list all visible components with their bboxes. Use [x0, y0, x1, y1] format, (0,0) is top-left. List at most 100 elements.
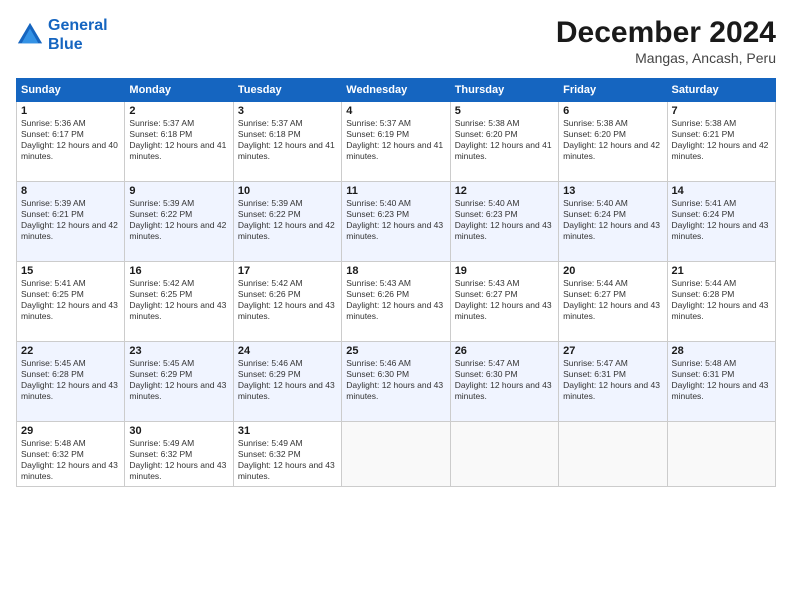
calendar-cell: 6Sunrise: 5:38 AMSunset: 6:20 PMDaylight…	[559, 102, 667, 182]
day-info: Sunrise: 5:37 AMSunset: 6:18 PMDaylight:…	[238, 118, 337, 162]
day-info: Sunrise: 5:44 AMSunset: 6:27 PMDaylight:…	[563, 278, 662, 322]
day-number: 29	[21, 425, 120, 437]
calendar-cell: 29Sunrise: 5:48 AMSunset: 6:32 PMDayligh…	[17, 422, 125, 487]
day-number: 25	[346, 345, 445, 357]
day-number: 4	[346, 105, 445, 117]
day-info: Sunrise: 5:49 AMSunset: 6:32 PMDaylight:…	[129, 438, 228, 482]
day-info: Sunrise: 5:47 AMSunset: 6:31 PMDaylight:…	[563, 358, 662, 402]
calendar-cell: 20Sunrise: 5:44 AMSunset: 6:27 PMDayligh…	[559, 262, 667, 342]
weekday-saturday: Saturday	[667, 79, 775, 102]
calendar-cell: 7Sunrise: 5:38 AMSunset: 6:21 PMDaylight…	[667, 102, 775, 182]
day-info: Sunrise: 5:41 AMSunset: 6:25 PMDaylight:…	[21, 278, 120, 322]
day-info: Sunrise: 5:44 AMSunset: 6:28 PMDaylight:…	[672, 278, 771, 322]
day-number: 2	[129, 105, 228, 117]
day-info: Sunrise: 5:47 AMSunset: 6:30 PMDaylight:…	[455, 358, 554, 402]
calendar-cell: 11Sunrise: 5:40 AMSunset: 6:23 PMDayligh…	[342, 182, 450, 262]
day-info: Sunrise: 5:48 AMSunset: 6:32 PMDaylight:…	[21, 438, 120, 482]
calendar-cell	[450, 422, 558, 487]
weekday-monday: Monday	[125, 79, 233, 102]
day-number: 27	[563, 345, 662, 357]
day-info: Sunrise: 5:39 AMSunset: 6:22 PMDaylight:…	[129, 198, 228, 242]
day-number: 20	[563, 265, 662, 277]
logo-icon	[16, 21, 44, 49]
calendar-cell: 16Sunrise: 5:42 AMSunset: 6:25 PMDayligh…	[125, 262, 233, 342]
week-row-3: 15Sunrise: 5:41 AMSunset: 6:25 PMDayligh…	[17, 262, 776, 342]
title-block: December 2024 Mangas, Ancash, Peru	[556, 16, 776, 66]
day-info: Sunrise: 5:37 AMSunset: 6:18 PMDaylight:…	[129, 118, 228, 162]
calendar-cell: 1Sunrise: 5:36 AMSunset: 6:17 PMDaylight…	[17, 102, 125, 182]
day-info: Sunrise: 5:46 AMSunset: 6:29 PMDaylight:…	[238, 358, 337, 402]
day-number: 30	[129, 425, 228, 437]
calendar-cell: 9Sunrise: 5:39 AMSunset: 6:22 PMDaylight…	[125, 182, 233, 262]
day-info: Sunrise: 5:48 AMSunset: 6:31 PMDaylight:…	[672, 358, 771, 402]
day-info: Sunrise: 5:38 AMSunset: 6:20 PMDaylight:…	[455, 118, 554, 162]
day-number: 19	[455, 265, 554, 277]
day-number: 18	[346, 265, 445, 277]
calendar-cell: 19Sunrise: 5:43 AMSunset: 6:27 PMDayligh…	[450, 262, 558, 342]
calendar-cell: 2Sunrise: 5:37 AMSunset: 6:18 PMDaylight…	[125, 102, 233, 182]
day-number: 1	[21, 105, 120, 117]
calendar-cell: 22Sunrise: 5:45 AMSunset: 6:28 PMDayligh…	[17, 342, 125, 422]
day-number: 12	[455, 185, 554, 197]
calendar-cell: 8Sunrise: 5:39 AMSunset: 6:21 PMDaylight…	[17, 182, 125, 262]
day-info: Sunrise: 5:45 AMSunset: 6:28 PMDaylight:…	[21, 358, 120, 402]
day-number: 3	[238, 105, 337, 117]
calendar-cell	[559, 422, 667, 487]
week-row-5: 29Sunrise: 5:48 AMSunset: 6:32 PMDayligh…	[17, 422, 776, 487]
weekday-friday: Friday	[559, 79, 667, 102]
week-row-1: 1Sunrise: 5:36 AMSunset: 6:17 PMDaylight…	[17, 102, 776, 182]
day-number: 9	[129, 185, 228, 197]
day-number: 8	[21, 185, 120, 197]
day-info: Sunrise: 5:37 AMSunset: 6:19 PMDaylight:…	[346, 118, 445, 162]
calendar-cell: 28Sunrise: 5:48 AMSunset: 6:31 PMDayligh…	[667, 342, 775, 422]
day-number: 7	[672, 105, 771, 117]
calendar-cell	[342, 422, 450, 487]
day-info: Sunrise: 5:49 AMSunset: 6:32 PMDaylight:…	[238, 438, 337, 482]
day-number: 21	[672, 265, 771, 277]
day-number: 5	[455, 105, 554, 117]
logo: General Blue	[16, 16, 108, 54]
calendar-table: SundayMondayTuesdayWednesdayThursdayFrid…	[16, 78, 776, 487]
day-number: 22	[21, 345, 120, 357]
calendar-cell: 25Sunrise: 5:46 AMSunset: 6:30 PMDayligh…	[342, 342, 450, 422]
day-number: 31	[238, 425, 337, 437]
day-number: 14	[672, 185, 771, 197]
calendar-cell: 27Sunrise: 5:47 AMSunset: 6:31 PMDayligh…	[559, 342, 667, 422]
weekday-wednesday: Wednesday	[342, 79, 450, 102]
calendar-cell: 12Sunrise: 5:40 AMSunset: 6:23 PMDayligh…	[450, 182, 558, 262]
day-info: Sunrise: 5:39 AMSunset: 6:21 PMDaylight:…	[21, 198, 120, 242]
week-row-2: 8Sunrise: 5:39 AMSunset: 6:21 PMDaylight…	[17, 182, 776, 262]
location: Mangas, Ancash, Peru	[556, 50, 776, 66]
day-number: 11	[346, 185, 445, 197]
day-info: Sunrise: 5:40 AMSunset: 6:23 PMDaylight:…	[346, 198, 445, 242]
page: General Blue December 2024 Mangas, Ancas…	[0, 0, 792, 612]
day-info: Sunrise: 5:42 AMSunset: 6:25 PMDaylight:…	[129, 278, 228, 322]
day-number: 23	[129, 345, 228, 357]
calendar-cell: 31Sunrise: 5:49 AMSunset: 6:32 PMDayligh…	[233, 422, 341, 487]
calendar-cell	[667, 422, 775, 487]
weekday-header-row: SundayMondayTuesdayWednesdayThursdayFrid…	[17, 79, 776, 102]
weekday-sunday: Sunday	[17, 79, 125, 102]
calendar-cell: 14Sunrise: 5:41 AMSunset: 6:24 PMDayligh…	[667, 182, 775, 262]
calendar-cell: 30Sunrise: 5:49 AMSunset: 6:32 PMDayligh…	[125, 422, 233, 487]
logo-line2: Blue	[48, 36, 83, 53]
day-info: Sunrise: 5:40 AMSunset: 6:23 PMDaylight:…	[455, 198, 554, 242]
calendar-cell: 23Sunrise: 5:45 AMSunset: 6:29 PMDayligh…	[125, 342, 233, 422]
header: General Blue December 2024 Mangas, Ancas…	[16, 16, 776, 66]
day-info: Sunrise: 5:40 AMSunset: 6:24 PMDaylight:…	[563, 198, 662, 242]
logo-line1: General	[48, 17, 108, 34]
calendar-cell: 21Sunrise: 5:44 AMSunset: 6:28 PMDayligh…	[667, 262, 775, 342]
day-info: Sunrise: 5:36 AMSunset: 6:17 PMDaylight:…	[21, 118, 120, 162]
day-info: Sunrise: 5:38 AMSunset: 6:20 PMDaylight:…	[563, 118, 662, 162]
day-info: Sunrise: 5:38 AMSunset: 6:21 PMDaylight:…	[672, 118, 771, 162]
day-info: Sunrise: 5:42 AMSunset: 6:26 PMDaylight:…	[238, 278, 337, 322]
calendar-cell: 3Sunrise: 5:37 AMSunset: 6:18 PMDaylight…	[233, 102, 341, 182]
day-number: 15	[21, 265, 120, 277]
calendar-cell: 10Sunrise: 5:39 AMSunset: 6:22 PMDayligh…	[233, 182, 341, 262]
calendar-cell: 13Sunrise: 5:40 AMSunset: 6:24 PMDayligh…	[559, 182, 667, 262]
day-number: 16	[129, 265, 228, 277]
calendar-cell: 15Sunrise: 5:41 AMSunset: 6:25 PMDayligh…	[17, 262, 125, 342]
day-info: Sunrise: 5:43 AMSunset: 6:26 PMDaylight:…	[346, 278, 445, 322]
month-title: December 2024	[556, 16, 776, 50]
calendar-cell: 5Sunrise: 5:38 AMSunset: 6:20 PMDaylight…	[450, 102, 558, 182]
